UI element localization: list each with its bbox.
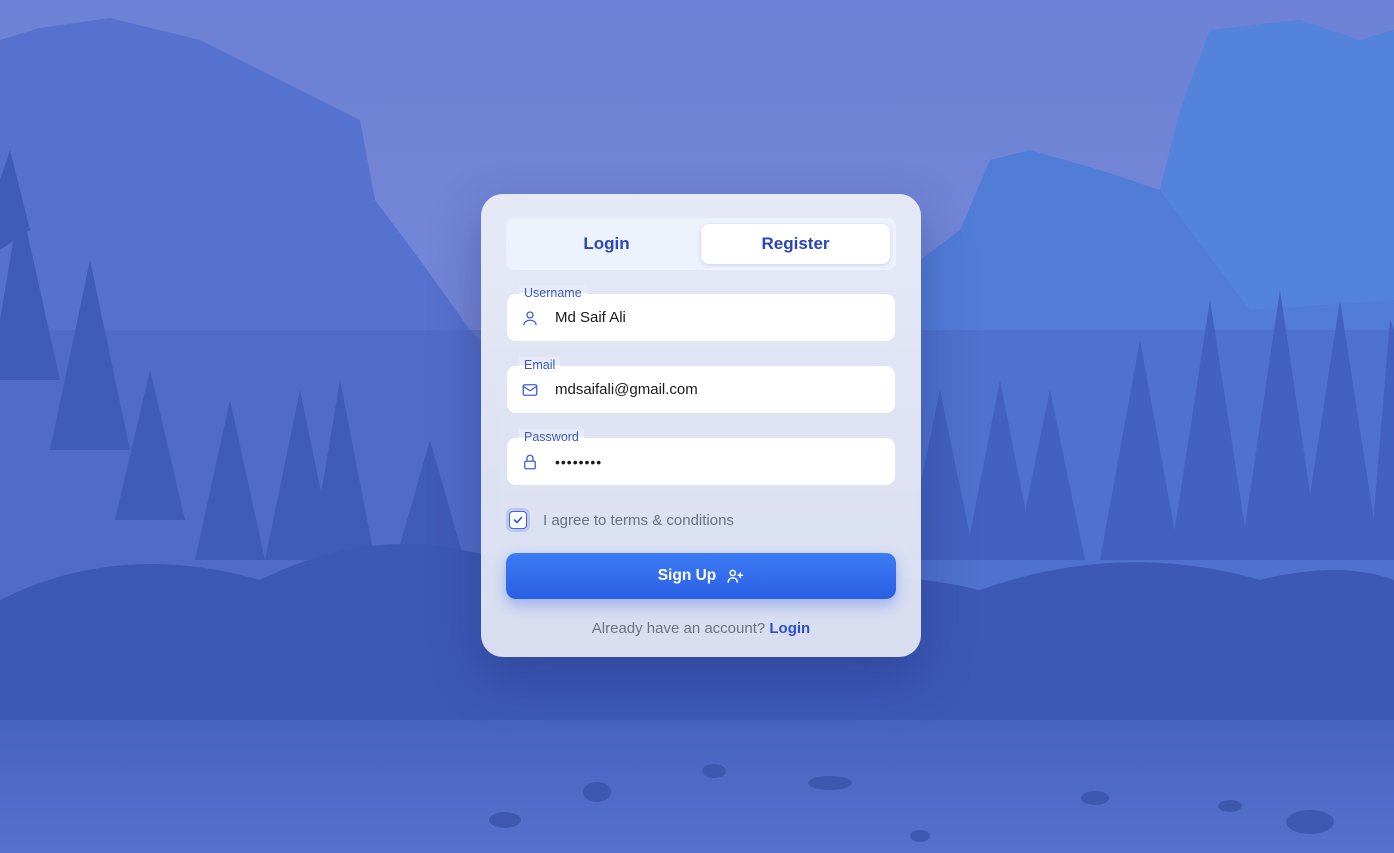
sign-up-button[interactable]: Sign Up (506, 553, 896, 599)
auth-tabs: Login Register (506, 218, 896, 270)
background-scene: Login Register Username Email (0, 0, 1394, 853)
login-link[interactable]: Login (769, 620, 810, 637)
lock-icon (521, 453, 539, 471)
password-input[interactable] (553, 452, 857, 471)
tab-register[interactable]: Register (701, 224, 890, 264)
username-input[interactable] (553, 308, 857, 327)
auth-card: Login Register Username Email (481, 194, 921, 657)
check-icon (513, 516, 523, 524)
user-plus-icon (726, 567, 744, 585)
email-label: Email (519, 357, 561, 373)
login-prompt: Already have an account? Login (506, 620, 896, 637)
tab-login[interactable]: Login (512, 224, 701, 264)
terms-row: I agree to terms & conditions (506, 509, 896, 531)
terms-label: I agree to terms & conditions (543, 511, 734, 529)
user-icon (521, 309, 539, 327)
login-prompt-text: Already have an account? (591, 620, 766, 637)
password-label: Password (519, 429, 584, 445)
username-field[interactable]: Username (506, 285, 896, 342)
username-label: Username (519, 285, 587, 301)
mail-icon (521, 381, 539, 399)
email-input[interactable] (553, 380, 857, 399)
terms-checkbox[interactable] (509, 511, 527, 529)
password-field[interactable]: Password (506, 429, 896, 486)
sign-up-label: Sign Up (657, 567, 717, 584)
email-field[interactable]: Email (506, 357, 896, 414)
register-form: Username Email (506, 285, 896, 486)
